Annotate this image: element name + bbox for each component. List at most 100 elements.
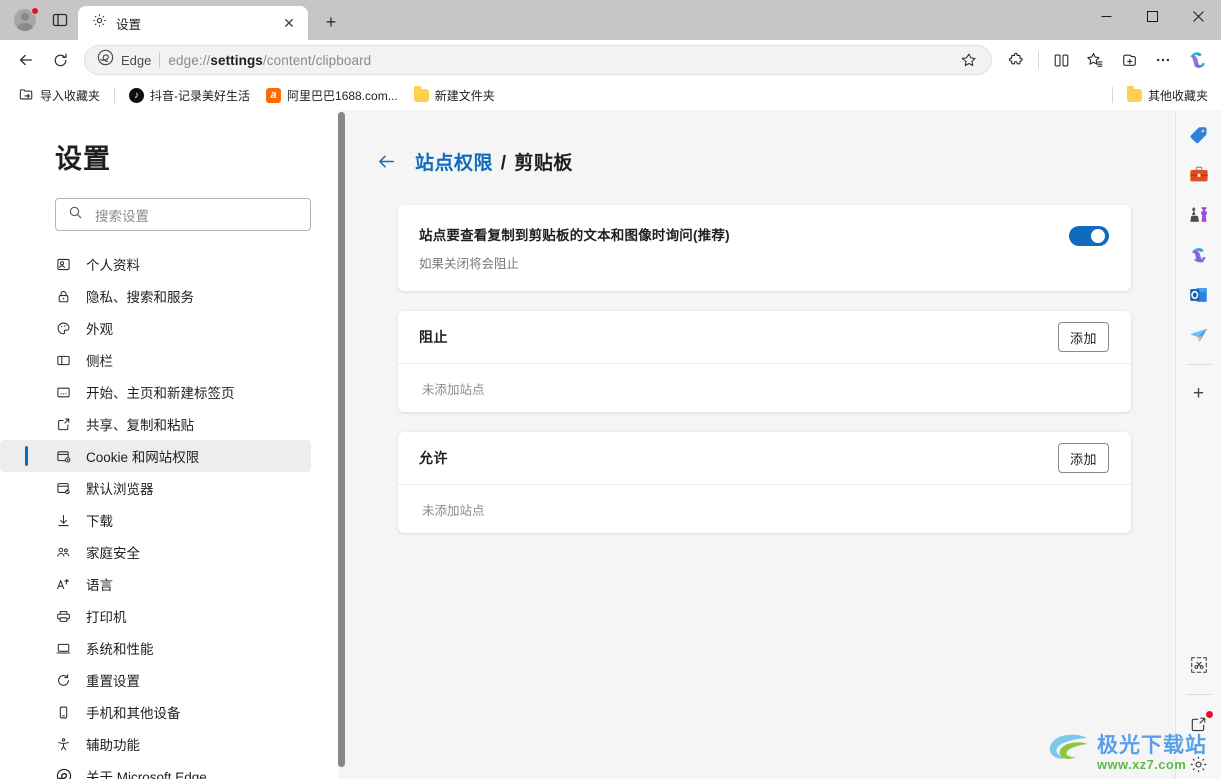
browser-tab[interactable]: 设置 ✕ — [78, 6, 308, 40]
permission-toggle-title: 站点要查看复制到剪贴板的文本和图像时询问(推荐) — [419, 228, 730, 243]
close-button[interactable] — [1175, 0, 1221, 32]
url-suffix: /content/clipboard — [262, 52, 372, 68]
sidebar-item-downloads[interactable]: 下载 — [0, 504, 311, 536]
sidebar-item-languages[interactable]: 语言 — [0, 568, 311, 600]
tab-list-icon[interactable] — [46, 6, 74, 34]
ellipsis-icon[interactable] — [1147, 44, 1179, 76]
notification-badge — [1205, 711, 1213, 718]
lock-icon — [55, 288, 72, 305]
copilot-icon[interactable] — [1181, 43, 1215, 77]
sidebar-item-accessibility[interactable]: 辅助功能 — [0, 728, 311, 760]
sidebar-item-sidebar[interactable]: 侧栏 — [0, 344, 311, 376]
sidebar-item-about-edge[interactable]: 关于 Microsoft Edge — [0, 760, 311, 779]
bookmarks-divider — [114, 87, 116, 103]
download-icon — [55, 512, 72, 529]
games-icon[interactable] — [1184, 200, 1214, 230]
outlook-icon[interactable] — [1184, 280, 1214, 310]
extensions-button[interactable] — [1000, 44, 1032, 76]
sidebar-item-profile[interactable]: 个人资料 — [0, 248, 311, 280]
allow-add-button[interactable]: 添加 — [1057, 443, 1109, 473]
edge-sidebar: + — [1175, 110, 1221, 779]
permission-toggle-subtitle: 如果关闭将会阻止 — [419, 257, 520, 271]
briefcase-icon[interactable] — [1184, 160, 1214, 190]
bookmark-import-favorites[interactable]: 导入收藏夹 — [12, 83, 107, 107]
bookmark-alibaba[interactable]: 阿里巴巴1688.com... — [259, 83, 405, 107]
maximize-button[interactable] — [1129, 0, 1175, 32]
sidebar-divider-bottom — [1186, 694, 1211, 695]
shopping-tag-icon[interactable] — [1184, 120, 1214, 150]
sidebar-item-label: 家庭安全 — [86, 546, 140, 561]
sidebar-item-appearance[interactable]: 外观 — [0, 312, 311, 344]
new-tab-button[interactable]: + — [316, 7, 346, 37]
sidebar-icon — [55, 352, 72, 369]
sidebar-item-start-home[interactable]: 开始、主页和新建标签页 — [0, 376, 311, 408]
add-sidebar-app-button[interactable]: + — [1184, 379, 1214, 409]
system-icon — [55, 640, 72, 657]
folder-icon — [413, 86, 429, 102]
breadcrumb-parent[interactable]: 站点权限 — [415, 153, 493, 174]
favorites-button[interactable] — [1079, 44, 1111, 76]
home-icon — [55, 384, 72, 401]
block-add-button[interactable]: 添加 — [1057, 322, 1109, 352]
sidebar-item-reset-settings[interactable]: 重置设置 — [0, 664, 311, 696]
microsoft365-icon[interactable] — [1184, 240, 1214, 270]
sidebar-item-label: 语言 — [86, 578, 113, 593]
sidebar-divider — [1186, 364, 1211, 365]
sidebar-item-privacy[interactable]: 隐私、搜索和服务 — [0, 280, 311, 312]
back-arrow-icon[interactable] — [10, 44, 42, 76]
block-section-title: 阻止 — [419, 329, 448, 345]
sidebar-item-family-safety[interactable]: 家庭安全 — [0, 536, 311, 568]
tab-title: 设置 — [116, 17, 142, 32]
bookmark-label: 抖音-记录美好生活 — [150, 88, 251, 103]
sidebar-item-share-copy-paste[interactable]: 共享、复制和粘贴 — [0, 408, 311, 440]
allow-empty-text: 未添加站点 — [422, 503, 485, 518]
close-icon[interactable]: ✕ — [278, 12, 300, 34]
permission-toggle-switch[interactable] — [1069, 226, 1109, 246]
alibaba-icon — [266, 87, 282, 103]
sidebar-item-printers[interactable]: 打印机 — [0, 600, 311, 632]
bookmark-label: 其他收藏夹 — [1147, 88, 1208, 103]
share-icon — [55, 416, 72, 433]
sidebar-item-default-browser[interactable]: 默认浏览器 — [0, 472, 311, 504]
edge-brand-label: Edge — [121, 52, 152, 68]
drop-icon[interactable] — [1184, 320, 1214, 350]
bookmark-douyin[interactable]: 抖音-记录美好生活 — [122, 83, 257, 107]
omnibox-divider — [159, 52, 161, 68]
language-icon — [55, 576, 72, 593]
settings-sidebar: 设置 搜索设置 个人资料 隐私、搜索和服务 外观 侧栏 开始、主页和新建标签页 … — [0, 110, 345, 779]
refresh-icon[interactable] — [44, 44, 76, 76]
toolbar-divider — [1038, 51, 1039, 69]
toggle-knob — [1091, 229, 1105, 243]
bookmark-new-folder[interactable]: 新建文件夹 — [407, 83, 502, 107]
breadcrumb-current: 剪贴板 — [514, 153, 573, 174]
split-screen-button[interactable] — [1045, 44, 1077, 76]
sidebar-item-label: 系统和性能 — [86, 642, 154, 657]
back-arrow-icon[interactable] — [375, 151, 397, 173]
sidebar-scrollbar[interactable] — [338, 110, 345, 779]
printer-icon — [55, 608, 72, 625]
minimize-button[interactable] — [1083, 0, 1129, 32]
page-content: 设置 搜索设置 个人资料 隐私、搜索和服务 外观 侧栏 开始、主页和新建标签页 … — [0, 110, 1221, 779]
block-section-card: 阻止 添加 未添加站点 — [398, 311, 1131, 412]
open-external-icon[interactable] — [1184, 709, 1214, 739]
bookmark-other-favorites[interactable]: 其他收藏夹 — [1120, 83, 1215, 107]
profile-avatar[interactable] — [10, 5, 40, 35]
sidebar-item-cookies-permissions[interactable]: Cookie 和网站权限 — [0, 440, 311, 472]
address-bar[interactable]: Edge edge://settings/content/clipboard — [84, 45, 992, 75]
search-input[interactable]: 搜索设置 — [55, 198, 311, 231]
sidebar-item-phone-devices[interactable]: 手机和其他设备 — [0, 696, 311, 728]
collections-button[interactable] — [1113, 44, 1145, 76]
reset-icon — [55, 672, 72, 689]
family-icon — [55, 544, 72, 561]
settings-nav-list: 个人资料 隐私、搜索和服务 外观 侧栏 开始、主页和新建标签页 共享、复制和粘贴… — [0, 248, 345, 779]
sidebar-item-system-performance[interactable]: 系统和性能 — [0, 632, 311, 664]
permission-toggle-text: 站点要查看复制到剪贴板的文本和图像时询问(推荐) 如果关闭将会阻止 — [419, 224, 750, 272]
sidebar-scrollbar-thumb[interactable] — [338, 112, 345, 767]
breadcrumb-text: 站点权限 / 剪贴板 — [415, 148, 573, 175]
screenshot-icon[interactable] — [1184, 650, 1214, 680]
tabstrip-left-controls — [0, 0, 74, 40]
star-outline-icon[interactable] — [955, 46, 983, 74]
sidebar-settings-icon[interactable] — [1184, 749, 1214, 779]
sidebar-item-label: 打印机 — [86, 610, 127, 625]
edge-logo-icon — [97, 49, 114, 71]
